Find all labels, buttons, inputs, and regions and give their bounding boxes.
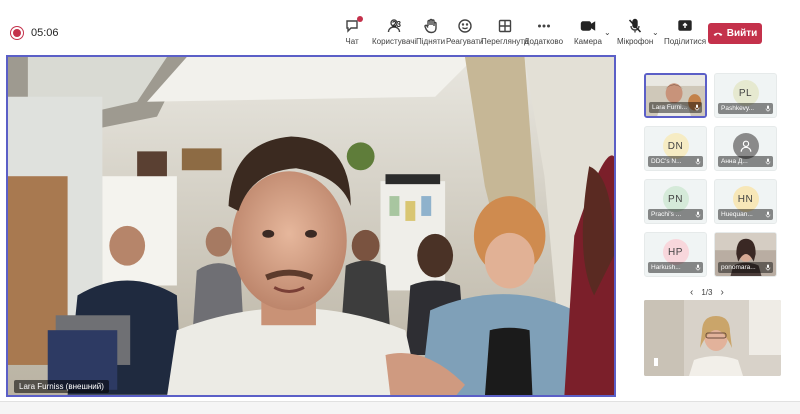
participants-button[interactable]: 23 Користувачі bbox=[372, 18, 416, 50]
view-label: Переглянути bbox=[481, 37, 529, 46]
participant-name: Lara Furni... bbox=[649, 102, 702, 113]
mic-muted-icon bbox=[695, 158, 701, 165]
mic-muted-icon bbox=[765, 158, 771, 165]
view-button[interactable]: Переглянути bbox=[481, 18, 528, 50]
recording-indicator: 05:06 bbox=[13, 27, 59, 39]
self-view-video[interactable] bbox=[644, 300, 781, 376]
mic-muted-icon bbox=[695, 211, 701, 218]
self-view-frame bbox=[644, 300, 781, 376]
leave-button[interactable]: Вийти bbox=[708, 23, 762, 44]
participant-tile[interactable]: HN Huequan... bbox=[714, 179, 777, 224]
meeting-timer: 05:06 bbox=[31, 27, 59, 39]
raise-hand-button[interactable]: Підняти bbox=[416, 18, 445, 50]
page-indicator: 1/3 bbox=[701, 288, 713, 297]
camera-button[interactable]: Камера bbox=[574, 18, 602, 50]
mic-muted-icon bbox=[765, 105, 771, 112]
participants-label: Користувачі bbox=[372, 37, 417, 46]
record-icon bbox=[13, 29, 21, 37]
camera-options-chevron-icon[interactable]: ⌄ bbox=[604, 28, 611, 37]
participant-tile[interactable]: Анна Д... bbox=[714, 126, 777, 171]
participant-name: DDC's N... bbox=[648, 156, 703, 167]
mic-options-chevron-icon[interactable]: ⌄ bbox=[652, 28, 659, 37]
mic-muted-icon bbox=[765, 211, 771, 218]
chat-button[interactable]: Чат bbox=[344, 16, 363, 50]
participant-name: ponomara... bbox=[718, 262, 773, 273]
chevron-right-icon[interactable]: › bbox=[720, 287, 723, 298]
mic-off-icon bbox=[629, 18, 642, 33]
participants-count: 23 bbox=[392, 20, 401, 29]
more-label: Додатково bbox=[524, 37, 564, 46]
person-icon bbox=[740, 140, 751, 152]
react-button[interactable]: Реагувати bbox=[446, 18, 483, 50]
participant-tile[interactable]: Lara Furni... bbox=[644, 73, 707, 118]
hand-icon bbox=[423, 18, 437, 34]
leave-label: Вийти bbox=[726, 28, 758, 39]
share-label: Поділитися bbox=[664, 37, 707, 46]
participant-tile[interactable]: HP Harkush... bbox=[644, 232, 707, 277]
smile-icon bbox=[457, 19, 472, 33]
phone-icon bbox=[713, 32, 723, 36]
participant-name: Huequan... bbox=[718, 209, 773, 220]
raise-label: Підняти bbox=[416, 37, 446, 46]
speaker-video-frame bbox=[8, 57, 614, 395]
more-button[interactable]: Додатково bbox=[524, 18, 563, 50]
speaker-name-tag: Lara Furniss (внешний) bbox=[14, 380, 109, 393]
camera-label: Камера bbox=[574, 37, 602, 46]
camera-icon bbox=[580, 21, 596, 31]
main-speaker-video[interactable]: Lara Furniss (внешний) bbox=[6, 55, 616, 397]
chat-label: Чат bbox=[345, 37, 359, 46]
chevron-left-icon[interactable]: ‹ bbox=[690, 287, 693, 298]
participant-tile[interactable]: DN DDC's N... bbox=[644, 126, 707, 171]
participant-name: Pashkevy... bbox=[718, 103, 773, 114]
grid-icon bbox=[498, 19, 511, 33]
participant-name: Prachi's ... bbox=[648, 209, 703, 220]
participant-tile[interactable]: PN Prachi's ... bbox=[644, 179, 707, 224]
share-icon bbox=[678, 20, 692, 31]
mic-button[interactable]: Мікрофон bbox=[617, 18, 653, 50]
participant-tile[interactable]: PL Pashkevy... bbox=[714, 73, 777, 118]
mic-muted-icon bbox=[694, 104, 700, 111]
participant-name: Анна Д... bbox=[718, 156, 773, 167]
react-label: Реагувати bbox=[446, 37, 484, 46]
share-button[interactable]: Поділитися bbox=[664, 18, 706, 50]
meeting-toolbar: 05:06 Чат 23 Користувачі Підняти Реагува… bbox=[0, 0, 800, 52]
mic-muted-icon bbox=[695, 264, 701, 271]
participants-pager: ‹ 1/3 › bbox=[690, 287, 724, 298]
teams-meeting-window: 05:06 Чат 23 Користувачі Підняти Реагува… bbox=[0, 0, 800, 414]
notification-dot bbox=[357, 16, 363, 22]
more-icon bbox=[537, 24, 550, 28]
participant-tile[interactable]: ponomara... bbox=[714, 232, 777, 277]
mic-label: Мікрофон bbox=[617, 37, 654, 46]
mic-muted-icon bbox=[765, 264, 771, 271]
bottom-strip bbox=[0, 401, 800, 414]
participant-name: Harkush... bbox=[648, 262, 703, 273]
